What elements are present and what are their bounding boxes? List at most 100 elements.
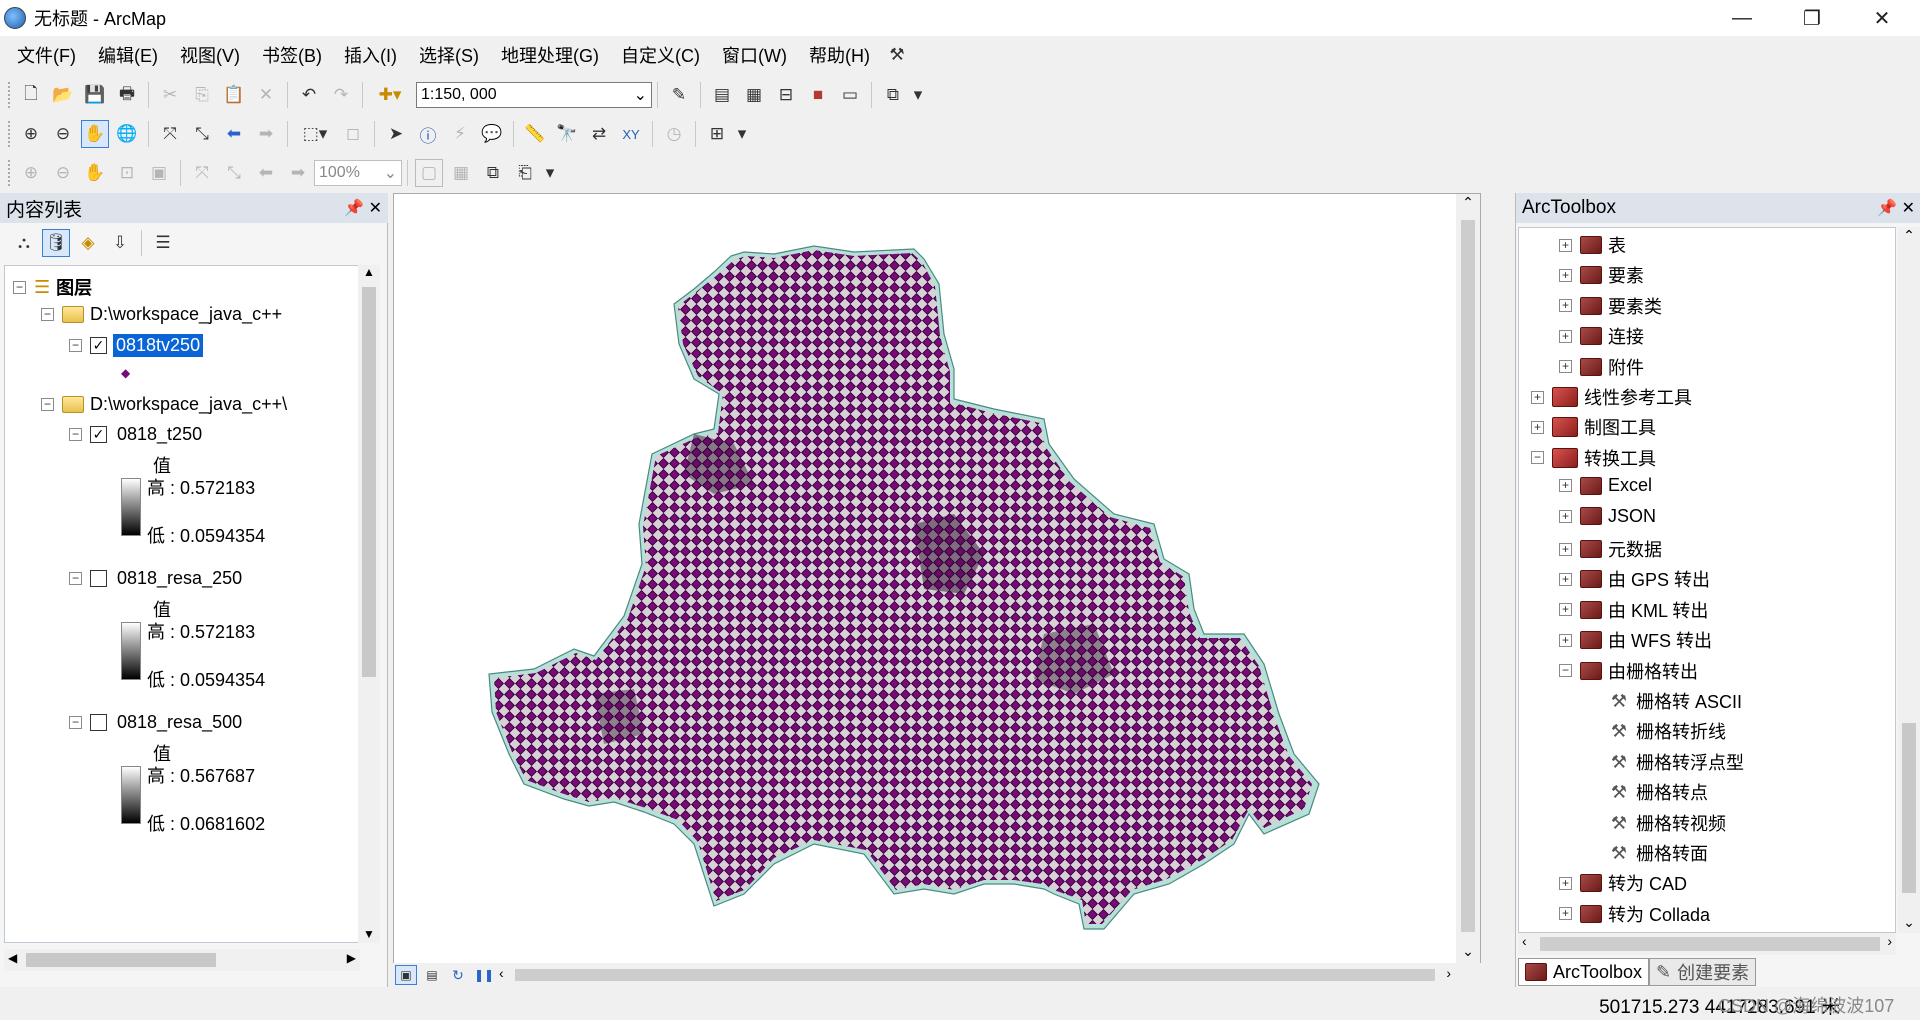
collapse-icon[interactable]: − [1559, 664, 1572, 678]
toolbar-options-icon[interactable]: ▾ [543, 159, 557, 187]
hammer-icon[interactable]: ⚒ [883, 41, 911, 69]
arctoolbox-icon[interactable]: ■ [804, 81, 832, 109]
time-slider-icon[interactable]: ◷ [660, 120, 688, 148]
layer-name[interactable]: 0818_resa_250 [117, 568, 242, 589]
expand-icon[interactable]: + [1559, 238, 1572, 252]
toolbox-item[interactable]: + 制图工具 [1531, 414, 1656, 440]
toc-source-group[interactable]: − D:\workspace_java_c++\ [41, 394, 287, 415]
delete-icon[interactable]: ✕ [252, 81, 280, 109]
tool-item[interactable]: ⚒ 栅格转折线 [1587, 718, 1726, 744]
layer-name[interactable]: 0818_t250 [117, 424, 202, 445]
expand-icon[interactable]: + [1559, 299, 1572, 313]
layer-name[interactable]: 0818tv250 [113, 334, 204, 357]
tool-item[interactable]: ⚒ 栅格转面 [1587, 840, 1708, 866]
menu-geoprocessing[interactable]: 地理处理(G) [490, 42, 610, 68]
layout-zoom-out-icon[interactable]: ⊖ [49, 159, 77, 187]
collapse-icon[interactable]: − [13, 280, 26, 294]
tab-arctoolbox[interactable]: ArcToolbox [1518, 958, 1650, 986]
clear-selection-icon[interactable]: ◻ [339, 120, 367, 148]
layout-zoom-in-icon[interactable]: ⊕ [17, 159, 45, 187]
scroll-up-icon[interactable]: ⌃ [1456, 194, 1480, 211]
collapse-icon[interactable]: − [69, 428, 82, 441]
map-horizontal-scrollbar[interactable]: ‹ › [497, 965, 1481, 985]
back-extent-icon[interactable]: ⬅ [252, 159, 280, 187]
toolset-item[interactable]: + 元数据 [1559, 536, 1662, 562]
layout-pan-icon[interactable]: ✋ [81, 159, 109, 187]
tab-create-features[interactable]: ✎ 创建要素 [1649, 958, 1757, 986]
expand-icon[interactable]: + [1559, 268, 1572, 282]
list-by-visibility-icon[interactable]: ◈ [74, 229, 102, 257]
menu-edit[interactable]: 编辑(E) [87, 42, 169, 68]
menu-view[interactable]: 视图(V) [169, 42, 251, 68]
point-symbol-icon[interactable]: ◆ [121, 366, 130, 380]
tool-item[interactable]: ⚒ 栅格转视频 [1587, 810, 1726, 836]
expand-icon[interactable]: + [1559, 542, 1572, 556]
restore-button[interactable]: ❐ [1786, 0, 1838, 36]
catalog-icon[interactable]: ▦ [740, 81, 768, 109]
data-driven-pages-icon[interactable]: ⎗ [511, 159, 539, 187]
close-icon[interactable]: ✕ [369, 200, 382, 217]
arctoolbox-vertical-scrollbar[interactable]: ⌃ ⌄ [1898, 227, 1920, 933]
toolbox-item[interactable]: − 转换工具 [1531, 445, 1656, 471]
toolset-item[interactable]: + Excel [1559, 475, 1652, 496]
pan-icon[interactable]: ✋ [81, 120, 109, 148]
scroll-down-icon[interactable]: ⌄ [1456, 943, 1480, 960]
layout-zoom-combo[interactable]: 100% ⌄ [314, 160, 402, 186]
menu-help[interactable]: 帮助(H) [798, 42, 881, 68]
menu-windows[interactable]: 窗口(W) [711, 42, 798, 68]
hyperlink-icon[interactable]: ⚡ [446, 120, 474, 148]
layer-visibility-checkbox[interactable] [90, 714, 107, 731]
toolset-item[interactable]: − 由栅格转出 [1559, 658, 1698, 684]
expand-icon[interactable]: + [1559, 603, 1572, 617]
tool-item[interactable]: ⚒ 栅格转点 [1587, 779, 1708, 805]
toolset-item[interactable]: + JSON [1559, 506, 1656, 527]
fixed-zoom-out-icon[interactable]: ⤡ [188, 120, 216, 148]
expand-icon[interactable]: + [1559, 907, 1572, 921]
menu-file[interactable]: 文件(F) [6, 42, 87, 68]
copy-icon[interactable]: ⎘ [188, 81, 216, 109]
map-scale-combo[interactable]: 1:150, 000 ⌄ [416, 82, 652, 108]
toolset-item[interactable]: + 表 [1559, 232, 1626, 258]
list-by-source-icon[interactable]: 🛢 [42, 229, 70, 257]
minimize-button[interactable]: — [1716, 0, 1768, 36]
expand-icon[interactable]: + [1559, 572, 1572, 586]
toc-root[interactable]: − ☰ 图层 [13, 274, 92, 300]
toolbox-item[interactable]: + 线性参考工具 [1531, 384, 1692, 410]
scroll-thumb[interactable] [1461, 220, 1475, 932]
scroll-down-icon[interactable]: ⌄ [1898, 914, 1920, 931]
toolbar-grip[interactable] [8, 160, 11, 186]
map-display[interactable]: ⌃ ⌄ [393, 193, 1481, 965]
map-canvas[interactable] [394, 194, 1456, 965]
viewer-window-icon[interactable]: ⊞ [703, 120, 731, 148]
scroll-thumb[interactable] [1902, 723, 1916, 893]
cut-icon[interactable]: ✂ [156, 81, 184, 109]
list-by-selection-icon[interactable]: ⇩ [106, 229, 134, 257]
toolset-item[interactable]: + 转为 Collada [1559, 901, 1710, 927]
menu-customize[interactable]: 自定义(C) [610, 42, 711, 68]
zoom-in-icon[interactable]: ⊕ [17, 120, 45, 148]
menu-selection[interactable]: 选择(S) [408, 42, 490, 68]
toolset-item[interactable]: + 要素 [1559, 262, 1644, 288]
open-folder-icon[interactable]: 📂 [49, 81, 77, 109]
zoom-out-icon[interactable]: ⊖ [49, 120, 77, 148]
html-popup-icon[interactable]: 💬 [478, 120, 506, 148]
save-icon[interactable]: 💾 [81, 81, 109, 109]
back-arrow-icon[interactable]: ⬅ [220, 120, 248, 148]
layer-visibility-checkbox[interactable]: ✓ [90, 337, 107, 354]
arctoolbox-horizontal-scrollbar[interactable]: ‹ › [1518, 933, 1896, 955]
zoom-whole-page-icon[interactable]: ⊡ [113, 159, 141, 187]
toc-layer[interactable]: − 0818_resa_500 [69, 712, 242, 733]
menu-bookmarks[interactable]: 书签(B) [251, 42, 333, 68]
toc-layer[interactable]: − ✓ 0818tv250 [69, 334, 204, 357]
expand-icon[interactable]: + [1559, 479, 1572, 493]
close-button[interactable]: ✕ [1856, 0, 1908, 36]
scroll-up-icon[interactable]: ⌃ [1898, 227, 1920, 244]
expand-icon[interactable]: + [1559, 876, 1572, 890]
expand-icon[interactable]: + [1559, 329, 1572, 343]
layer-visibility-checkbox[interactable] [90, 570, 107, 587]
toc-vertical-scrollbar[interactable]: ▲ ▼ [358, 265, 380, 943]
toolset-item[interactable]: + 由 GPS 转出 [1559, 566, 1710, 592]
toc-horizontal-scrollbar[interactable]: ◀ ▶ [4, 949, 360, 971]
expand-icon[interactable]: + [1559, 509, 1572, 523]
collapse-icon[interactable]: − [1531, 451, 1544, 465]
